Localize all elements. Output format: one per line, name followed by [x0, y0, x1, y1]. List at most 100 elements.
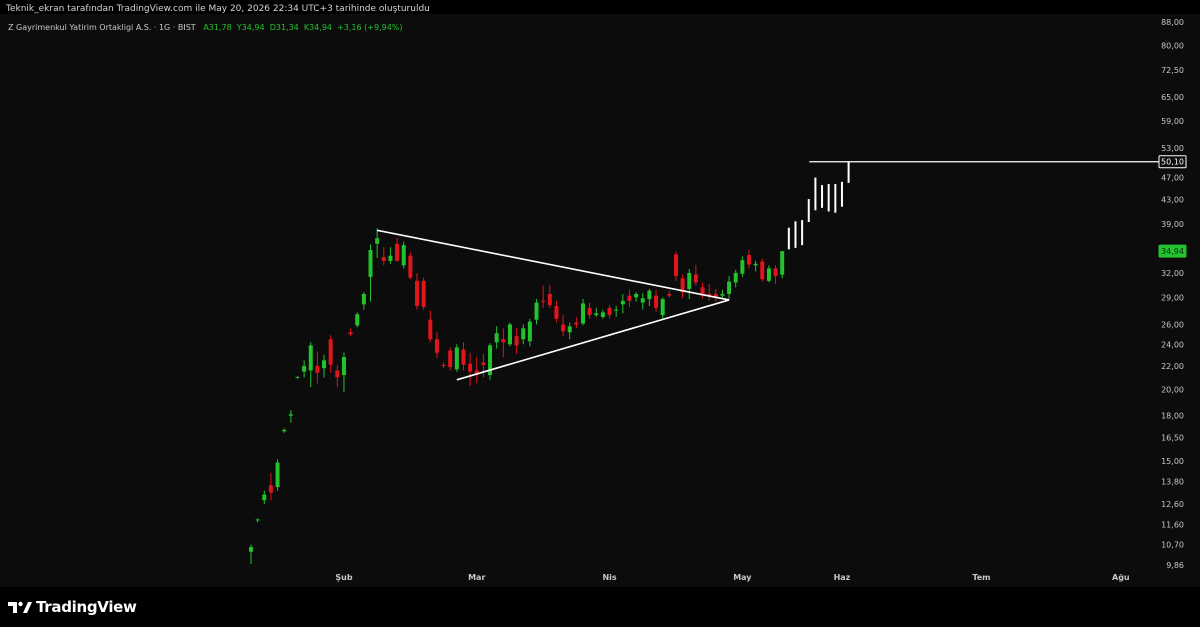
candle [581, 299, 585, 326]
x-tick-label: Tem [972, 573, 990, 582]
candle [667, 290, 672, 298]
y-tick-label: 10,70 [1161, 541, 1184, 550]
tradingview-brand[interactable]: TradingView [8, 598, 137, 616]
projection-bar [794, 221, 797, 248]
candle-body [620, 300, 625, 305]
candle-body [428, 319, 433, 340]
candle [673, 251, 678, 281]
y-tick-label: 26,00 [1161, 320, 1184, 329]
price-chart[interactable]: 88,00 80,00 72,50 65,00 59,00 53,00 47,00 43,00… [0, 0, 1200, 627]
candle [521, 324, 526, 345]
candle-body [527, 321, 532, 342]
candle-body [640, 298, 645, 303]
candle [494, 326, 499, 349]
time-axis[interactable]: Şub Mar Nis May Haz Tem Ağu [335, 573, 1130, 582]
x-tick-label: Şub [335, 573, 352, 582]
candle [727, 276, 732, 300]
candle [375, 228, 380, 258]
candle [474, 357, 479, 384]
candle [461, 342, 466, 371]
candle-body [667, 293, 672, 296]
y-tick-label: 88,00 [1161, 18, 1184, 27]
candle [448, 347, 453, 371]
candle-body [773, 268, 778, 277]
candle-body [388, 255, 393, 261]
candle-body [275, 462, 280, 488]
candle-body [720, 293, 725, 296]
candle-body [687, 272, 692, 289]
candle [454, 344, 459, 372]
candle-body [561, 324, 566, 332]
candle [660, 297, 665, 319]
legend-symbol: Z Gayrimenkul Yatirim Ortakligi A.S. · 1… [8, 23, 196, 32]
candle [654, 289, 659, 312]
projection-bar [827, 184, 830, 212]
candle-body [295, 376, 300, 378]
candle-body [554, 306, 559, 319]
candle-body [567, 326, 572, 333]
candle-body [415, 280, 419, 307]
candle [361, 292, 366, 310]
candle-body [335, 370, 340, 378]
candle [713, 288, 718, 302]
y-tick-label: 29,00 [1161, 293, 1184, 302]
candle [341, 352, 346, 393]
projection-bar [807, 199, 810, 222]
candle-body [547, 293, 552, 306]
candle [335, 364, 340, 388]
candle-body [441, 364, 446, 366]
candle [600, 309, 605, 319]
candle [547, 284, 552, 308]
candle [295, 376, 300, 379]
candle [614, 306, 619, 317]
y-tick-label: 39,00 [1161, 220, 1184, 229]
candle [282, 428, 287, 433]
candle-body [534, 302, 539, 320]
candle [766, 265, 771, 283]
candle-body [288, 414, 293, 416]
x-tick-label: May [733, 573, 752, 582]
candle [707, 284, 712, 301]
candle [587, 302, 592, 319]
candle-body [454, 347, 459, 370]
y-tick-label: 12,60 [1161, 500, 1184, 509]
candle [488, 343, 493, 380]
tradingview-logo-icon [8, 601, 32, 613]
candle [627, 289, 632, 307]
y-tick-label: 80,00 [1161, 42, 1184, 51]
legend-high: Y34,94 [236, 23, 265, 32]
candle [308, 342, 313, 388]
candle [567, 322, 572, 340]
candle [700, 282, 705, 299]
candle-body [766, 268, 771, 281]
price-axis[interactable]: 88,00 80,00 72,50 65,00 59,00 53,00 47,00 43,00… [1161, 18, 1184, 570]
candle-body [268, 485, 273, 493]
candle [368, 244, 373, 302]
candle-body [308, 345, 313, 371]
candle-body [514, 336, 519, 346]
candle-body [627, 295, 632, 301]
candle-body [249, 547, 253, 552]
candle-body [315, 365, 320, 373]
candle-body [375, 238, 380, 244]
candle [415, 272, 419, 310]
candle [348, 328, 353, 337]
candle [262, 490, 267, 505]
candle-body [448, 350, 453, 368]
candle [594, 307, 599, 317]
candle-body [361, 293, 366, 305]
candle-body [461, 349, 466, 365]
candle-body [322, 360, 327, 369]
candle-body [647, 290, 652, 300]
candle-body [747, 255, 751, 265]
y-tick-label: 20,00 [1161, 386, 1184, 395]
y-tick-label: 22,00 [1161, 362, 1184, 371]
candle [541, 285, 546, 308]
y-tick-label: 11,60 [1161, 521, 1184, 530]
line-price-label: 50,10 [1158, 155, 1187, 169]
candle [428, 310, 433, 343]
candle [561, 315, 566, 337]
projection-bar [840, 181, 843, 207]
candle [554, 300, 559, 323]
candle [687, 269, 692, 300]
